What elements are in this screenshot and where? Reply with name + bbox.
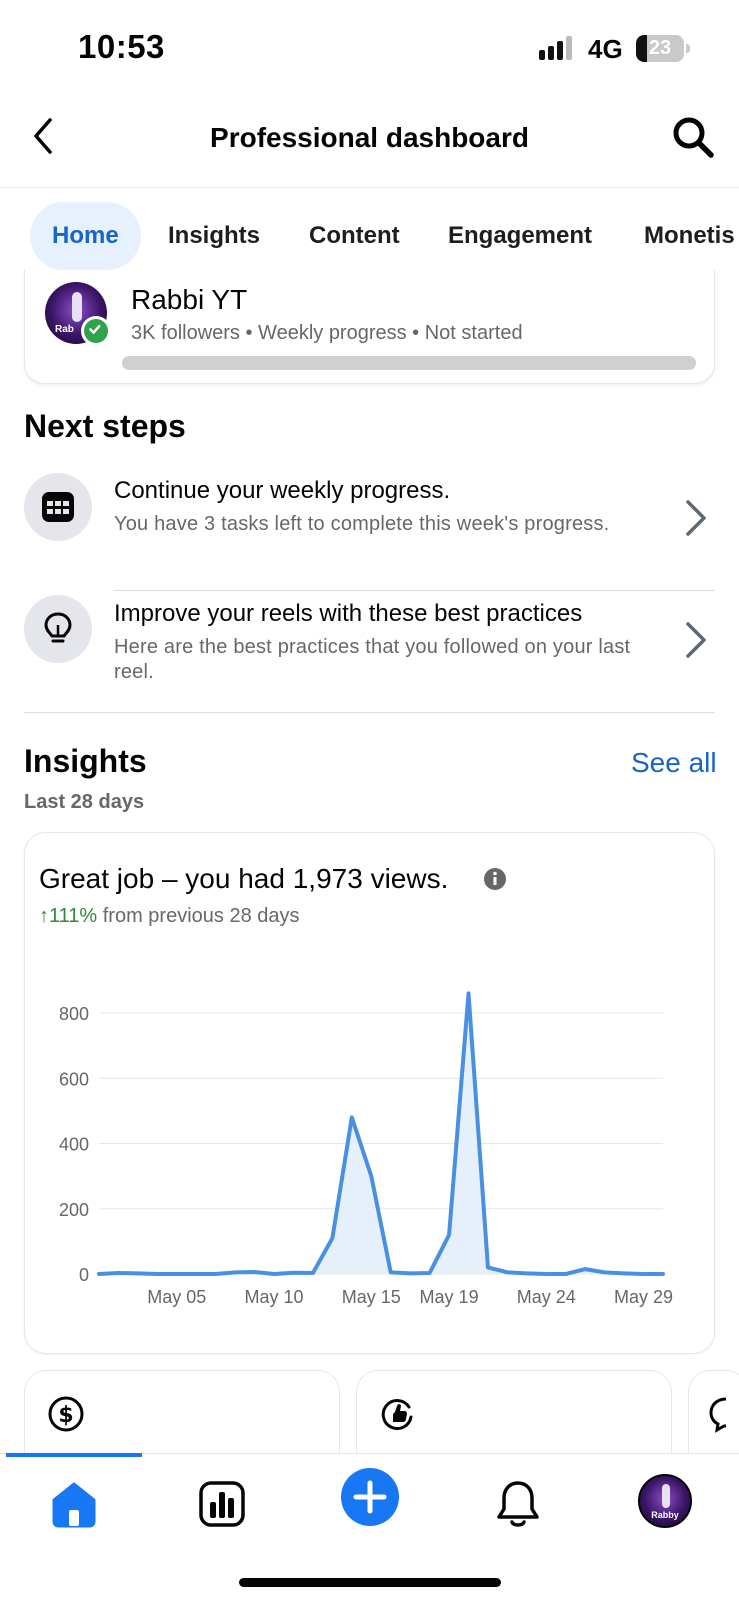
views-line bbox=[97, 991, 665, 1276]
tab-insights[interactable]: Insights bbox=[146, 202, 282, 270]
bar-chart-icon[interactable] bbox=[194, 1476, 250, 1532]
views-line-chart: 0 200 400 600 800 May 05 May 10 May 15 May 19 May… bbox=[59, 991, 673, 1307]
divider bbox=[24, 712, 715, 713]
nav-active-indicator bbox=[6, 1453, 142, 1457]
dollar-circle-icon: $ bbox=[48, 1396, 84, 1432]
divider bbox=[114, 590, 715, 591]
avatar-figure bbox=[662, 1484, 670, 1508]
bell-icon[interactable] bbox=[490, 1476, 546, 1532]
insights-period: Last 28 days bbox=[24, 791, 145, 813]
y-tick-label: 200 bbox=[59, 1200, 89, 1220]
avatar-text: Rabby bbox=[651, 1510, 679, 1520]
svg-text:$: $ bbox=[58, 1403, 73, 1428]
next-steps-title: Next steps bbox=[24, 408, 186, 444]
x-tick-label: May 29 bbox=[614, 1287, 673, 1307]
calendar-grid-icon bbox=[42, 492, 74, 522]
profile-avatar-tab[interactable]: Rabby bbox=[638, 1474, 692, 1528]
signal-icon bbox=[539, 36, 572, 60]
profile-card[interactable]: Rab Rabbi YT 3K followers • Weekly progr… bbox=[24, 270, 715, 384]
insights-title: Insights bbox=[24, 743, 147, 779]
lightbulb-icon bbox=[44, 612, 72, 643]
step-icon-wrap bbox=[24, 595, 92, 663]
create-button[interactable] bbox=[341, 1468, 399, 1526]
thumbs-up-circle-icon bbox=[381, 1399, 413, 1431]
y-tick-label: 800 bbox=[59, 1004, 89, 1024]
verified-check-icon bbox=[81, 316, 111, 346]
y-tick-label: 400 bbox=[59, 1135, 89, 1155]
status-time: 10:53 bbox=[78, 28, 165, 65]
x-tick-label: May 24 bbox=[517, 1287, 576, 1307]
step-description: You have 3 tasks left to complete this w… bbox=[114, 513, 610, 535]
y-tick-label: 600 bbox=[59, 1069, 89, 1089]
avatar-text: Rab bbox=[55, 324, 74, 335]
x-tick-label: May 19 bbox=[420, 1287, 479, 1307]
search-icon[interactable] bbox=[670, 114, 716, 160]
battery-tip bbox=[686, 44, 690, 53]
chevron-right-icon bbox=[686, 622, 706, 658]
profile-name: Rabbi YT bbox=[131, 284, 248, 315]
step-icon-wrap bbox=[24, 473, 92, 541]
chevron-right-icon bbox=[686, 500, 706, 536]
y-tick-label: 0 bbox=[79, 1265, 89, 1285]
views-chart-card[interactable]: Great job – you had 1,973 views. ↑111% f… bbox=[24, 832, 715, 1354]
battery-icon: 23 bbox=[636, 35, 684, 62]
tab-engagement[interactable]: Engagement bbox=[426, 202, 614, 270]
x-tick-label: May 05 bbox=[147, 1287, 206, 1307]
x-tick-label: May 10 bbox=[245, 1287, 304, 1307]
battery-percent: 23 bbox=[648, 37, 672, 59]
tab-bar: Home Insights Content Engagement Monetis bbox=[0, 202, 739, 272]
step-title: Continue your weekly progress. bbox=[114, 477, 451, 504]
network-label: 4G bbox=[588, 34, 623, 64]
status-bar: 10:53 4G 23 bbox=[0, 0, 739, 90]
x-tick-label: May 15 bbox=[342, 1287, 401, 1307]
page-title: Professional dashboard bbox=[210, 122, 529, 153]
see-all-link[interactable]: See all bbox=[631, 747, 717, 779]
avatar-figure bbox=[72, 292, 82, 322]
step-description: Here are the best practices that you fol… bbox=[114, 636, 631, 683]
step-title: Improve your reels with these best pract… bbox=[114, 600, 583, 627]
comment-icon bbox=[709, 1397, 727, 1433]
top-header: Professional dashboard bbox=[0, 100, 739, 188]
profile-meta: 3K followers • Weekly progress • Not sta… bbox=[131, 322, 523, 344]
home-icon[interactable] bbox=[46, 1476, 102, 1532]
tab-monetisation[interactable]: Monetis bbox=[622, 202, 739, 270]
tab-home[interactable]: Home bbox=[30, 202, 141, 270]
tab-content[interactable]: Content bbox=[287, 202, 422, 270]
plus-icon bbox=[353, 1480, 387, 1514]
weekly-progress-bar bbox=[122, 356, 696, 370]
home-indicator bbox=[239, 1578, 501, 1587]
